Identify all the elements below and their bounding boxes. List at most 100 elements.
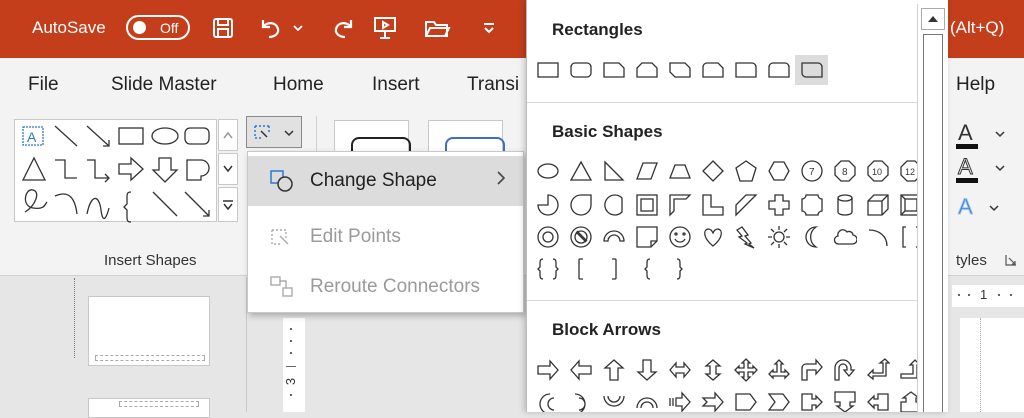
callout-arrow-right-icon[interactable] bbox=[795, 387, 828, 412]
smiley-face-icon[interactable] bbox=[663, 222, 696, 252]
scroll-up-button[interactable] bbox=[921, 8, 945, 30]
curved-arrow-icon[interactable] bbox=[531, 387, 564, 412]
present-from-beginning-icon[interactable] bbox=[368, 11, 402, 45]
right-bracket-icon[interactable] bbox=[597, 254, 630, 284]
undo-icon[interactable] bbox=[254, 11, 288, 45]
donut-icon[interactable] bbox=[531, 222, 564, 252]
no-symbol-icon[interactable] bbox=[564, 222, 597, 252]
block-arrow-up-down-icon[interactable] bbox=[696, 355, 729, 385]
scrollbar-thumb[interactable] bbox=[923, 34, 943, 412]
block-arrow-left-icon[interactable] bbox=[564, 355, 597, 385]
brace-shape-icon[interactable] bbox=[123, 191, 132, 223]
undo-dropdown-icon[interactable] bbox=[288, 11, 308, 45]
rounded-rectangle-shape-icon[interactable] bbox=[184, 127, 210, 145]
isosceles-triangle-icon[interactable] bbox=[564, 156, 597, 186]
tab-slide-master[interactable]: Slide Master bbox=[111, 74, 217, 96]
octagon-icon[interactable]: 8 bbox=[828, 156, 861, 186]
diamond-icon[interactable] bbox=[696, 156, 729, 186]
hexagon-icon[interactable] bbox=[762, 156, 795, 186]
arrow-shape-icon[interactable] bbox=[86, 125, 110, 147]
plus-icon[interactable] bbox=[762, 190, 795, 220]
curved-arrow-3-icon[interactable] bbox=[597, 387, 630, 412]
tab-insert[interactable]: Insert bbox=[372, 74, 420, 96]
pentagon-arrow-icon[interactable] bbox=[729, 387, 762, 412]
block-arrow-left-up-icon[interactable] bbox=[861, 355, 894, 385]
trapezoid-icon[interactable] bbox=[663, 156, 696, 186]
heart-icon[interactable] bbox=[696, 222, 729, 252]
slide-thumbnail[interactable] bbox=[88, 398, 210, 418]
plaque-icon[interactable] bbox=[795, 190, 828, 220]
diagonal-stripe-icon[interactable] bbox=[729, 190, 762, 220]
chord-icon[interactable] bbox=[597, 190, 630, 220]
dialog-launcher-icon[interactable] bbox=[1004, 253, 1018, 272]
can-icon[interactable] bbox=[828, 190, 861, 220]
open-folder-icon[interactable] bbox=[420, 11, 454, 45]
round-diagonal-rectangle-icon[interactable] bbox=[795, 55, 828, 85]
block-arrow-down-icon[interactable] bbox=[630, 355, 663, 385]
block-arc-icon[interactable] bbox=[597, 222, 630, 252]
left-bracket-icon[interactable] bbox=[564, 254, 597, 284]
pentagon-icon[interactable] bbox=[729, 156, 762, 186]
block-arrow-u-turn-icon[interactable] bbox=[828, 355, 861, 385]
flowchart-shape-icon[interactable] bbox=[186, 159, 210, 181]
elbow-arrow-connector-icon[interactable] bbox=[87, 159, 110, 183]
cube-icon[interactable] bbox=[861, 190, 894, 220]
autosave-toggle[interactable]: Off bbox=[126, 15, 190, 40]
edit-shape-button[interactable] bbox=[246, 116, 302, 148]
notched-arrow-icon[interactable] bbox=[696, 387, 729, 412]
diagonal-arrow-icon[interactable] bbox=[184, 191, 210, 217]
block-arrow-up-icon[interactable] bbox=[597, 355, 630, 385]
rounded-rectangle-shape-icon[interactable] bbox=[564, 55, 597, 85]
double-brace-icon[interactable] bbox=[531, 254, 564, 284]
tab-transitions[interactable]: Transi bbox=[467, 74, 519, 96]
curved-arrow-4-icon[interactable] bbox=[630, 387, 663, 412]
reroute-connectors-menu-item[interactable]: Reroute Connectors bbox=[248, 262, 523, 312]
l-shape-icon[interactable] bbox=[696, 190, 729, 220]
chevron-arrow-icon[interactable] bbox=[762, 387, 795, 412]
slide-thumbnail[interactable] bbox=[88, 296, 210, 366]
moon-icon[interactable] bbox=[795, 222, 828, 252]
edit-points-menu-item[interactable]: Edit Points bbox=[248, 212, 523, 262]
striped-arrow-icon[interactable] bbox=[663, 387, 696, 412]
insert-shapes-gallery[interactable]: A bbox=[14, 119, 217, 223]
round-single-corner-rectangle-icon[interactable] bbox=[729, 55, 762, 85]
sun-icon[interactable] bbox=[762, 222, 795, 252]
snip-single-corner-rectangle-icon[interactable] bbox=[597, 55, 630, 85]
curve-shape-icon[interactable] bbox=[54, 193, 78, 215]
heptagon-icon[interactable]: 7 bbox=[795, 156, 828, 186]
decagon-icon[interactable]: 10 bbox=[861, 156, 894, 186]
down-arrow-shape-icon[interactable] bbox=[151, 157, 179, 183]
snip-round-rectangle-icon[interactable] bbox=[696, 55, 729, 85]
customize-qat-icon[interactable] bbox=[474, 11, 504, 45]
block-arrow-quad-icon[interactable] bbox=[729, 355, 762, 385]
tab-file[interactable]: File bbox=[28, 74, 59, 96]
tab-home[interactable]: Home bbox=[273, 74, 324, 96]
wave-shape-icon[interactable] bbox=[86, 197, 110, 220]
callout-arrow-left-icon[interactable] bbox=[861, 387, 894, 412]
round-same-side-rectangle-icon[interactable] bbox=[762, 55, 795, 85]
gallery-scroll-up[interactable] bbox=[218, 119, 238, 151]
half-frame-icon[interactable] bbox=[663, 190, 696, 220]
redo-icon[interactable] bbox=[326, 11, 360, 45]
line-shape-icon[interactable] bbox=[54, 125, 78, 147]
triangle-shape-icon[interactable] bbox=[21, 156, 47, 181]
snip-same-side-rectangle-icon[interactable] bbox=[630, 55, 663, 85]
right-arrow-shape-icon[interactable] bbox=[118, 156, 144, 182]
teardrop-icon[interactable] bbox=[564, 190, 597, 220]
rectangle-shape-icon[interactable] bbox=[531, 55, 564, 85]
gallery-expand-button[interactable] bbox=[218, 187, 238, 222]
right-triangle-icon[interactable] bbox=[597, 156, 630, 186]
elbow-connector-icon[interactable] bbox=[55, 159, 77, 179]
parallelogram-icon[interactable] bbox=[630, 156, 663, 186]
gallery-scroll-down[interactable] bbox=[218, 153, 238, 185]
text-outline-icon[interactable]: A bbox=[956, 154, 1005, 183]
oval-shape-icon[interactable] bbox=[531, 156, 564, 186]
right-brace-icon[interactable] bbox=[663, 254, 696, 284]
arc-icon[interactable] bbox=[861, 222, 894, 252]
panel-scrollbar[interactable] bbox=[917, 4, 947, 412]
lightning-bolt-icon[interactable] bbox=[729, 222, 762, 252]
freeform-scribble-icon[interactable] bbox=[24, 189, 48, 213]
slide-canvas[interactable] bbox=[960, 318, 1024, 412]
curved-arrow-2-icon[interactable] bbox=[564, 387, 597, 412]
block-arrow-left-right-up-icon[interactable] bbox=[762, 355, 795, 385]
